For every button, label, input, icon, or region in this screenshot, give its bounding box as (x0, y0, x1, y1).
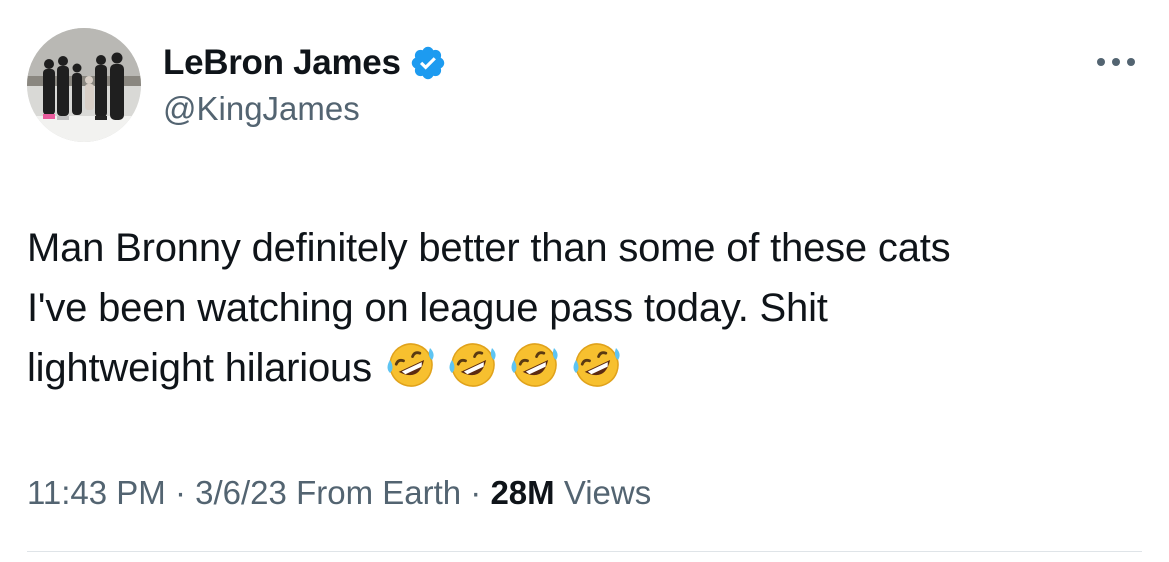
rolling-on-floor-laughing-emoji-icon (572, 340, 622, 390)
tweet-text-line: lightweight hilarious (27, 346, 372, 390)
views-count[interactable]: 28M (490, 474, 554, 511)
rolling-on-floor-laughing-emoji-icon (448, 340, 498, 390)
avatar[interactable] (27, 28, 141, 142)
verified-badge-icon[interactable] (409, 44, 447, 82)
author-display-name[interactable]: LeBron James (163, 43, 401, 83)
more-dots-icon (1097, 58, 1135, 66)
tweet-text-line: I've been watching on league pass today.… (27, 286, 828, 330)
author-handle[interactable]: @KingJames (163, 90, 360, 128)
author-name-row: LeBron James (163, 40, 447, 86)
more-options-button[interactable] (1093, 50, 1139, 74)
tweet-text-line-last: lightweight hilarious (27, 338, 1147, 407)
tweet-card: LeBron James @KingJames Man Bronny defin… (0, 0, 1169, 562)
group-photo-avatar-icon (27, 28, 141, 142)
meta-separator: · (165, 474, 196, 511)
tweet-date[interactable]: 3/6/23 (195, 474, 287, 511)
tweet-location: From Earth (296, 474, 462, 511)
emoji-group (386, 340, 634, 407)
views-label[interactable]: Views (564, 474, 651, 511)
divider (27, 551, 1142, 552)
tweet-text: Man Bronny definitely better than some o… (27, 218, 1147, 407)
tweet-text-line: Man Bronny definitely better than some o… (27, 226, 951, 270)
rolling-on-floor-laughing-emoji-icon (510, 340, 560, 390)
tweet-time[interactable]: 11:43 PM (27, 474, 166, 511)
tweet-metadata: 11:43 PM · 3/6/23 From Earth · 28M Views (27, 474, 651, 512)
meta-separator: · (461, 474, 491, 511)
rolling-on-floor-laughing-emoji-icon (386, 340, 436, 390)
